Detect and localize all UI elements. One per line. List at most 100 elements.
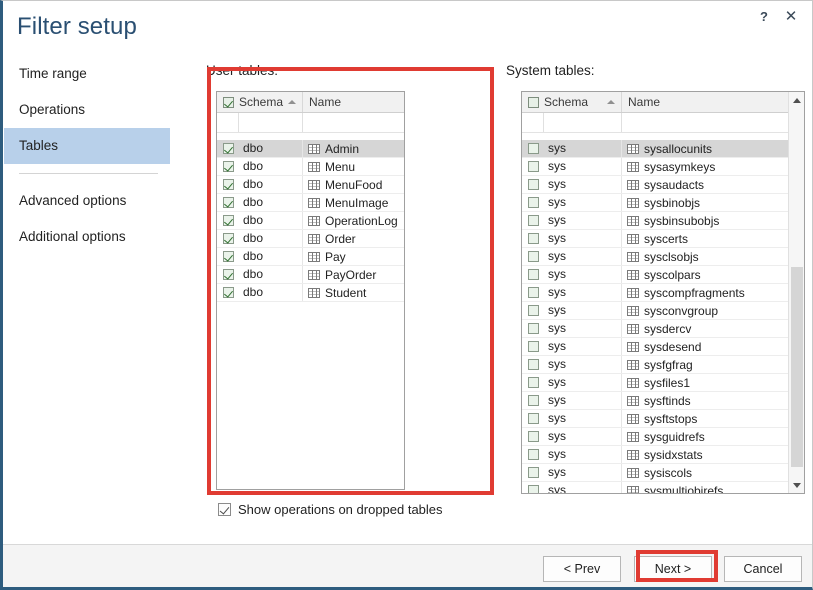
system_tables-row-checkbox[interactable] <box>528 377 539 388</box>
user_tables-row-checkbox[interactable] <box>223 251 234 262</box>
system-tables-select-all-checkbox[interactable] <box>528 97 539 108</box>
table-row[interactable]: dboAdmin <box>217 140 404 158</box>
system_tables-row-checkbox-cell[interactable] <box>522 449 544 460</box>
table-row[interactable]: syssysmultiobjrefs <box>522 482 788 494</box>
user-tables-header-schema[interactable]: Schema <box>217 92 303 112</box>
sidebar-item-advanced-options[interactable]: Advanced options <box>4 183 170 219</box>
system_tables-row-checkbox-cell[interactable] <box>522 215 544 226</box>
system_tables-row-checkbox-cell[interactable] <box>522 413 544 424</box>
user_tables-row-checkbox-cell[interactable] <box>217 215 239 226</box>
system-tables-scrollbar[interactable] <box>788 92 804 493</box>
table-row[interactable]: syssysallocunits <box>522 140 788 158</box>
table-row[interactable]: syssysdercv <box>522 320 788 338</box>
show-dropped-tables-checkbox[interactable] <box>218 503 231 516</box>
system_tables-row-checkbox-cell[interactable] <box>522 467 544 478</box>
table-row[interactable]: dboMenu <box>217 158 404 176</box>
scroll-up-arrow-icon[interactable] <box>789 92 804 108</box>
system_tables-row-checkbox[interactable] <box>528 413 539 424</box>
user_tables-row-checkbox[interactable] <box>223 161 234 172</box>
table-row[interactable]: syssyscolpars <box>522 266 788 284</box>
system_tables-row-checkbox-cell[interactable] <box>522 251 544 262</box>
user_tables-row-checkbox-cell[interactable] <box>217 143 239 154</box>
table-row[interactable]: syssyscompfragments <box>522 284 788 302</box>
user_tables-row-checkbox-cell[interactable] <box>217 287 239 298</box>
user_tables-row-checkbox[interactable] <box>223 269 234 280</box>
system_tables-row-checkbox-cell[interactable] <box>522 161 544 172</box>
table-row[interactable]: syssysfgfrag <box>522 356 788 374</box>
system_tables-row-checkbox[interactable] <box>528 485 539 494</box>
system_tables-row-checkbox[interactable] <box>528 233 539 244</box>
user_tables-row-checkbox-cell[interactable] <box>217 197 239 208</box>
user-tables-select-all-checkbox[interactable] <box>223 97 234 108</box>
system_tables-row-checkbox[interactable] <box>528 449 539 460</box>
system_tables-row-checkbox[interactable] <box>528 197 539 208</box>
system_tables-row-checkbox[interactable] <box>528 305 539 316</box>
table-row[interactable]: dboOrder <box>217 230 404 248</box>
sidebar-item-additional-options[interactable]: Additional options <box>4 219 170 255</box>
user_tables-row-checkbox-cell[interactable] <box>217 179 239 190</box>
table-row[interactable]: dboStudent <box>217 284 404 302</box>
user_tables-row-checkbox-cell[interactable] <box>217 251 239 262</box>
table-row[interactable]: dboMenuFood <box>217 176 404 194</box>
system_tables-row-checkbox[interactable] <box>528 161 539 172</box>
system_tables-row-checkbox[interactable] <box>528 179 539 190</box>
system_tables-row-checkbox-cell[interactable] <box>522 143 544 154</box>
table-row[interactable]: syssysiscols <box>522 464 788 482</box>
user-tables-filter-name-input[interactable] <box>303 113 404 132</box>
system_tables-row-checkbox-cell[interactable] <box>522 341 544 352</box>
system-tables-filter-schema-input[interactable] <box>544 113 622 132</box>
table-row[interactable]: dboPayOrder <box>217 266 404 284</box>
user_tables-row-checkbox[interactable] <box>223 197 234 208</box>
system_tables-row-checkbox[interactable] <box>528 467 539 478</box>
system_tables-row-checkbox-cell[interactable] <box>522 323 544 334</box>
help-icon[interactable]: ? <box>753 7 775 27</box>
system-tables-grid[interactable]: Schema Name syssysallocunitssyssysasymke… <box>521 91 805 494</box>
table-row[interactable]: syssysfiles1 <box>522 374 788 392</box>
system-tables-filter-name-input[interactable] <box>622 113 788 132</box>
table-row[interactable]: syssysftstops <box>522 410 788 428</box>
table-row[interactable]: dboPay <box>217 248 404 266</box>
system_tables-row-checkbox[interactable] <box>528 359 539 370</box>
user-tables-grid[interactable]: Schema Name dboAdmindboMenudboMenuFooddb… <box>216 91 405 490</box>
table-row[interactable]: syssysguidrefs <box>522 428 788 446</box>
user_tables-row-checkbox[interactable] <box>223 179 234 190</box>
table-row[interactable]: syssysbinobjs <box>522 194 788 212</box>
show-dropped-tables-option[interactable]: Show operations on dropped tables <box>218 502 443 517</box>
system_tables-row-checkbox-cell[interactable] <box>522 431 544 442</box>
table-row[interactable]: syssysidxstats <box>522 446 788 464</box>
table-row[interactable]: syssyscerts <box>522 230 788 248</box>
system_tables-row-checkbox[interactable] <box>528 341 539 352</box>
sidebar-item-operations[interactable]: Operations <box>4 92 170 128</box>
table-row[interactable]: syssysasymkeys <box>522 158 788 176</box>
system-tables-header-name[interactable]: Name <box>622 92 788 112</box>
system_tables-row-checkbox[interactable] <box>528 269 539 280</box>
user_tables-row-checkbox-cell[interactable] <box>217 161 239 172</box>
table-row[interactable]: syssysdesend <box>522 338 788 356</box>
system_tables-row-checkbox-cell[interactable] <box>522 377 544 388</box>
system_tables-row-checkbox-cell[interactable] <box>522 485 544 494</box>
system_tables-row-checkbox[interactable] <box>528 395 539 406</box>
user-tables-header-name[interactable]: Name <box>303 92 404 112</box>
table-row[interactable]: syssysconvgroup <box>522 302 788 320</box>
user_tables-row-checkbox[interactable] <box>223 233 234 244</box>
next-button[interactable]: Next > <box>634 556 712 582</box>
system_tables-row-checkbox-cell[interactable] <box>522 395 544 406</box>
cancel-button[interactable]: Cancel <box>724 556 802 582</box>
table-row[interactable]: dboOperationLog <box>217 212 404 230</box>
table-row[interactable]: syssysclsobjs <box>522 248 788 266</box>
system_tables-row-checkbox-cell[interactable] <box>522 179 544 190</box>
system_tables-row-checkbox-cell[interactable] <box>522 287 544 298</box>
user_tables-row-checkbox[interactable] <box>223 143 234 154</box>
scrollbar-thumb[interactable] <box>791 267 803 467</box>
user_tables-row-checkbox-cell[interactable] <box>217 269 239 280</box>
system_tables-row-checkbox-cell[interactable] <box>522 305 544 316</box>
prev-button[interactable]: < Prev <box>543 556 621 582</box>
table-row[interactable]: dboMenuImage <box>217 194 404 212</box>
system_tables-row-checkbox-cell[interactable] <box>522 233 544 244</box>
user-tables-filter-row[interactable] <box>217 113 404 133</box>
system_tables-row-checkbox-cell[interactable] <box>522 197 544 208</box>
system_tables-row-checkbox[interactable] <box>528 323 539 334</box>
table-row[interactable]: syssysbinsubobjs <box>522 212 788 230</box>
table-row[interactable]: syssysaudacts <box>522 176 788 194</box>
sidebar-item-tables[interactable]: Tables <box>4 128 170 164</box>
